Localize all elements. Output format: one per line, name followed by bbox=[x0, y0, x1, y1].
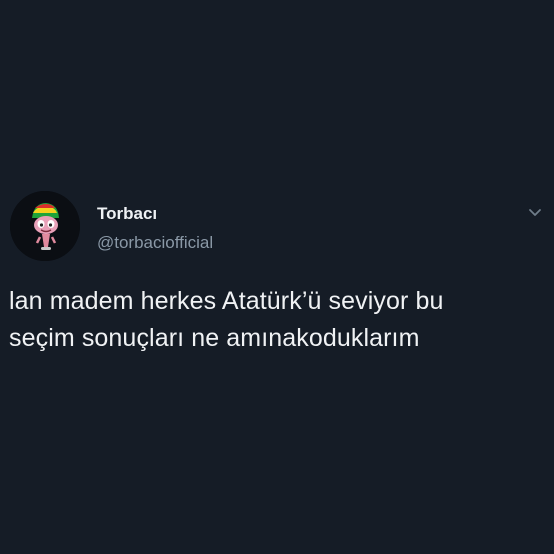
avatar-image bbox=[10, 191, 80, 261]
chevron-down-icon[interactable] bbox=[526, 203, 544, 221]
display-name[interactable]: Torbacı bbox=[97, 204, 157, 224]
tweet-text-line-1: lan madem herkes Atatürk’ü seviyor bu bbox=[9, 287, 444, 315]
tweet-card: Torbacı @torbaciofficial lan madem herke… bbox=[0, 0, 554, 554]
avatar[interactable] bbox=[10, 191, 80, 261]
tweet-text-line-2: seçim sonuçları ne amınakoduklarım bbox=[9, 324, 420, 352]
tweet-text: lan madem herkes Atatürk’ü seviyor bu se… bbox=[9, 283, 545, 357]
user-handle[interactable]: @torbaciofficial bbox=[97, 233, 213, 253]
